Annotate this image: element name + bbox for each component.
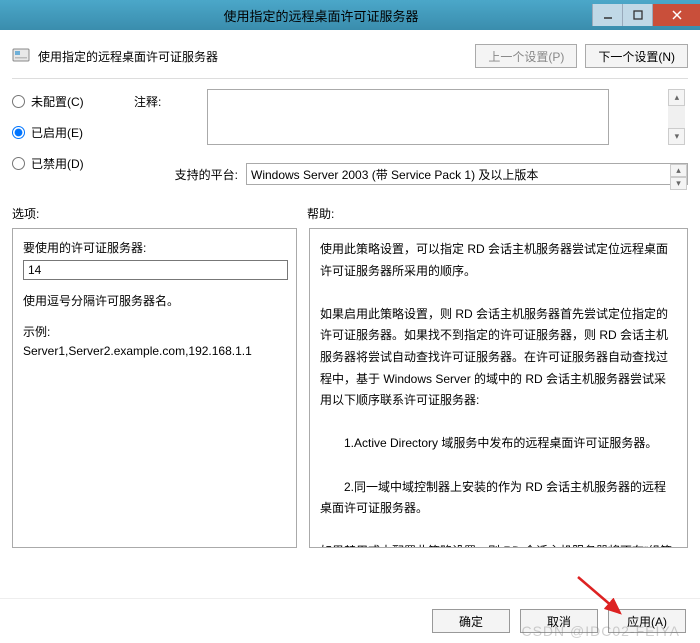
platform-field: Windows Server 2003 (带 Service Pack 1) 及…: [246, 163, 688, 185]
example-value: Server1,Server2.example.com,192.168.1.1: [23, 344, 286, 358]
apply-button[interactable]: 应用(A): [608, 609, 686, 633]
notes-scrollbar[interactable]: ▴ ▾: [668, 89, 685, 145]
radio-not-configured-label: 未配置(C): [31, 93, 84, 110]
license-servers-input[interactable]: [23, 260, 288, 280]
radio-enabled-input[interactable]: [12, 126, 25, 139]
options-panel: 要使用的许可证服务器: 使用逗号分隔许可服务器名。 示例: Server1,Se…: [12, 228, 297, 548]
radio-not-configured-input[interactable]: [12, 95, 25, 108]
help-panel: 使用此策略设置，可以指定 RD 会话主机服务器尝试定位远程桌面许可证服务器所采用…: [309, 228, 688, 548]
radio-not-configured[interactable]: 未配置(C): [12, 93, 122, 110]
minimize-button[interactable]: [592, 4, 622, 26]
radio-enabled[interactable]: 已启用(E): [12, 124, 122, 141]
prev-setting-button[interactable]: 上一个设置(P): [475, 44, 577, 68]
platform-value: Windows Server 2003 (带 Service Pack 1) 及…: [251, 168, 538, 182]
scroll-up-icon[interactable]: ▴: [670, 164, 687, 177]
state-radio-group: 未配置(C) 已启用(E) 已禁用(D): [12, 89, 122, 185]
radio-disabled-label: 已禁用(D): [31, 155, 84, 172]
license-servers-label: 要使用的许可证服务器:: [23, 239, 286, 256]
radio-enabled-label: 已启用(E): [31, 124, 83, 141]
radio-disabled[interactable]: 已禁用(D): [12, 155, 122, 172]
window-title: 使用指定的远程桌面许可证服务器: [50, 6, 592, 25]
scroll-up-icon[interactable]: ▴: [668, 89, 685, 106]
close-button[interactable]: [652, 4, 700, 26]
options-section-label: 选项:: [12, 205, 307, 222]
notes-textarea[interactable]: [207, 89, 609, 145]
help-paragraph: 使用此策略设置，可以指定 RD 会话主机服务器尝试定位远程桌面许可证服务器所采用…: [320, 239, 677, 282]
policy-icon: [12, 47, 30, 65]
dialog-footer: 确定 取消 应用(A): [0, 598, 700, 643]
help-paragraph: 如果启用此策略设置，则 RD 会话主机服务器首先尝试定位指定的许可证服务器。如果…: [320, 304, 677, 412]
divider: [12, 78, 688, 79]
titlebar: 使用指定的远程桌面许可证服务器: [0, 0, 700, 30]
help-list-item: 2.同一域中域控制器上安装的作为 RD 会话主机服务器的远程桌面许可证服务器。: [320, 477, 677, 520]
maximize-button[interactable]: [622, 4, 652, 26]
scroll-down-icon[interactable]: ▾: [670, 177, 687, 190]
license-servers-hint: 使用逗号分隔许可服务器名。: [23, 292, 286, 309]
example-label: 示例:: [23, 323, 286, 340]
scroll-down-icon[interactable]: ▾: [668, 128, 685, 145]
radio-disabled-input[interactable]: [12, 157, 25, 170]
next-setting-button[interactable]: 下一个设置(N): [585, 44, 688, 68]
notes-label: 注释:: [134, 89, 204, 110]
platform-label: 支持的平台:: [134, 166, 238, 183]
help-paragraph: 如果禁用或未配置此策略设置，则 RD 会话主机服务器将不在“组策略”级别上指定许…: [320, 541, 677, 548]
cancel-button[interactable]: 取消: [520, 609, 598, 633]
platform-scrollbar[interactable]: ▴ ▾: [670, 164, 687, 184]
help-list-item: 1.Active Directory 域服务中发布的远程桌面许可证服务器。: [320, 433, 677, 455]
help-section-label: 帮助:: [307, 205, 688, 222]
ok-button[interactable]: 确定: [432, 609, 510, 633]
header-subtitle: 使用指定的远程桌面许可证服务器: [38, 48, 467, 65]
